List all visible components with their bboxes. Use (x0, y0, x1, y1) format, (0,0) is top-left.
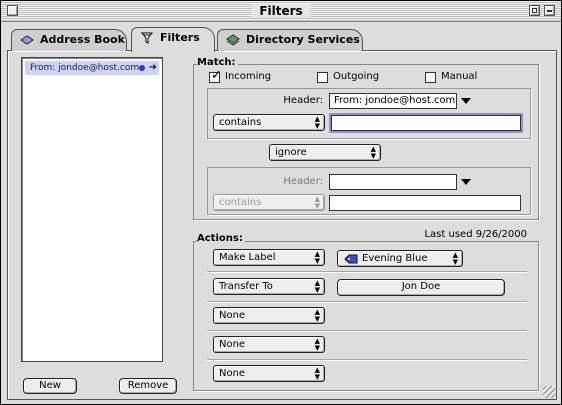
updown-arrows-icon: ▲ ▼ (314, 115, 320, 130)
close-box[interactable] (7, 5, 18, 16)
operator-popup-2: contains ▲ ▼ (213, 194, 325, 211)
window-title: Filters (251, 4, 311, 18)
checkmark-icon: ✓ (211, 68, 222, 83)
outgoing-checkbox[interactable]: Outgoing (317, 70, 379, 84)
divider (207, 359, 527, 360)
filter-item-label: From: jondoe@host.com (30, 63, 140, 73)
action-popup-2[interactable]: Transfer To ▲ ▼ (213, 278, 325, 295)
list-item[interactable]: From: jondoe@host.com ➜ (25, 61, 159, 75)
last-used-text: Last used 9/26/2000 (424, 229, 527, 240)
enabled-dot-icon (139, 65, 145, 71)
header-dropdown-icon[interactable] (461, 179, 471, 185)
header-label: Header: (283, 176, 323, 187)
header-field[interactable]: From: jondoe@host.com (329, 93, 457, 109)
tab-directory-services[interactable]: Directory Services (217, 29, 363, 51)
match-value-field[interactable] (329, 113, 523, 133)
action-popup-1[interactable]: Make Label ▲ ▼ (213, 249, 325, 266)
directory-services-icon (226, 34, 240, 46)
popup-value: contains (219, 197, 262, 208)
label-tag-icon (344, 254, 358, 264)
popup-value: None (219, 310, 246, 321)
address-book-icon (20, 35, 34, 45)
manual-checkbox[interactable]: Manual (425, 70, 477, 84)
popup-value: contains (219, 117, 262, 128)
filters-window: Filters Address Book Filters Directory S… (0, 0, 562, 405)
popup-value: Transfer To (219, 281, 273, 292)
updown-arrows-icon: ▲ ▼ (452, 251, 458, 266)
checkbox-label: Outgoing (333, 71, 380, 82)
updown-arrows-icon: ▲ ▼ (370, 145, 376, 160)
popup-value: Evening Blue (362, 253, 428, 264)
tab-label: Address Book (40, 33, 125, 46)
updown-arrows-icon: ▲ ▼ (314, 250, 320, 265)
tab-address-book[interactable]: Address Book (11, 29, 127, 51)
checkbox-label: Incoming (225, 71, 272, 82)
transfer-target-button[interactable]: Jon Doe (337, 279, 505, 296)
updown-arrows-icon: ▲ ▼ (314, 195, 320, 210)
new-button[interactable]: New (23, 378, 77, 394)
action-popup-4[interactable]: None ▲ ▼ (213, 336, 325, 353)
divider (207, 301, 527, 302)
label-color-popup[interactable]: Evening Blue ▲ ▼ (337, 250, 463, 267)
popup-value: ignore (275, 147, 307, 158)
updown-arrows-icon: ▲ ▼ (314, 308, 320, 323)
arrow-right-icon: ➜ (148, 62, 157, 73)
popup-value: Make Label (219, 252, 276, 263)
remove-button[interactable]: Remove (119, 378, 177, 394)
resize-grip-icon[interactable] (543, 386, 555, 398)
header-field-2[interactable] (329, 174, 457, 190)
action-popup-3[interactable]: None ▲ ▼ (213, 307, 325, 324)
zoom-box[interactable] (529, 5, 540, 16)
match-value-field-2[interactable] (329, 195, 521, 211)
title-bar[interactable]: Filters (1, 1, 561, 22)
popup-value: None (219, 339, 246, 350)
divider (207, 271, 527, 272)
tab-label: Filters (160, 31, 200, 44)
filter-funnel-icon (140, 32, 154, 44)
filter-list[interactable]: From: jondoe@host.com ➜ (21, 57, 163, 362)
header-dropdown-icon[interactable] (461, 98, 471, 104)
checkbox-label: Manual (441, 71, 478, 82)
collapse-box[interactable] (544, 5, 555, 16)
updown-arrows-icon: ▲ ▼ (314, 337, 320, 352)
popup-value: None (219, 368, 246, 379)
tab-filters[interactable]: Filters (131, 27, 215, 52)
operator-popup[interactable]: contains ▲ ▼ (213, 114, 325, 131)
updown-arrows-icon: ▲ ▼ (314, 366, 320, 381)
updown-arrows-icon: ▲ ▼ (314, 279, 320, 294)
action-popup-5[interactable]: None ▲ ▼ (213, 365, 325, 382)
divider (207, 330, 527, 331)
header-label: Header: (283, 95, 323, 106)
conjunction-popup[interactable]: ignore ▲ ▼ (269, 144, 381, 161)
actions-heading: Actions: (197, 233, 245, 245)
incoming-checkbox[interactable]: ✓ Incoming (209, 68, 272, 84)
tab-label: Directory Services (246, 33, 360, 46)
